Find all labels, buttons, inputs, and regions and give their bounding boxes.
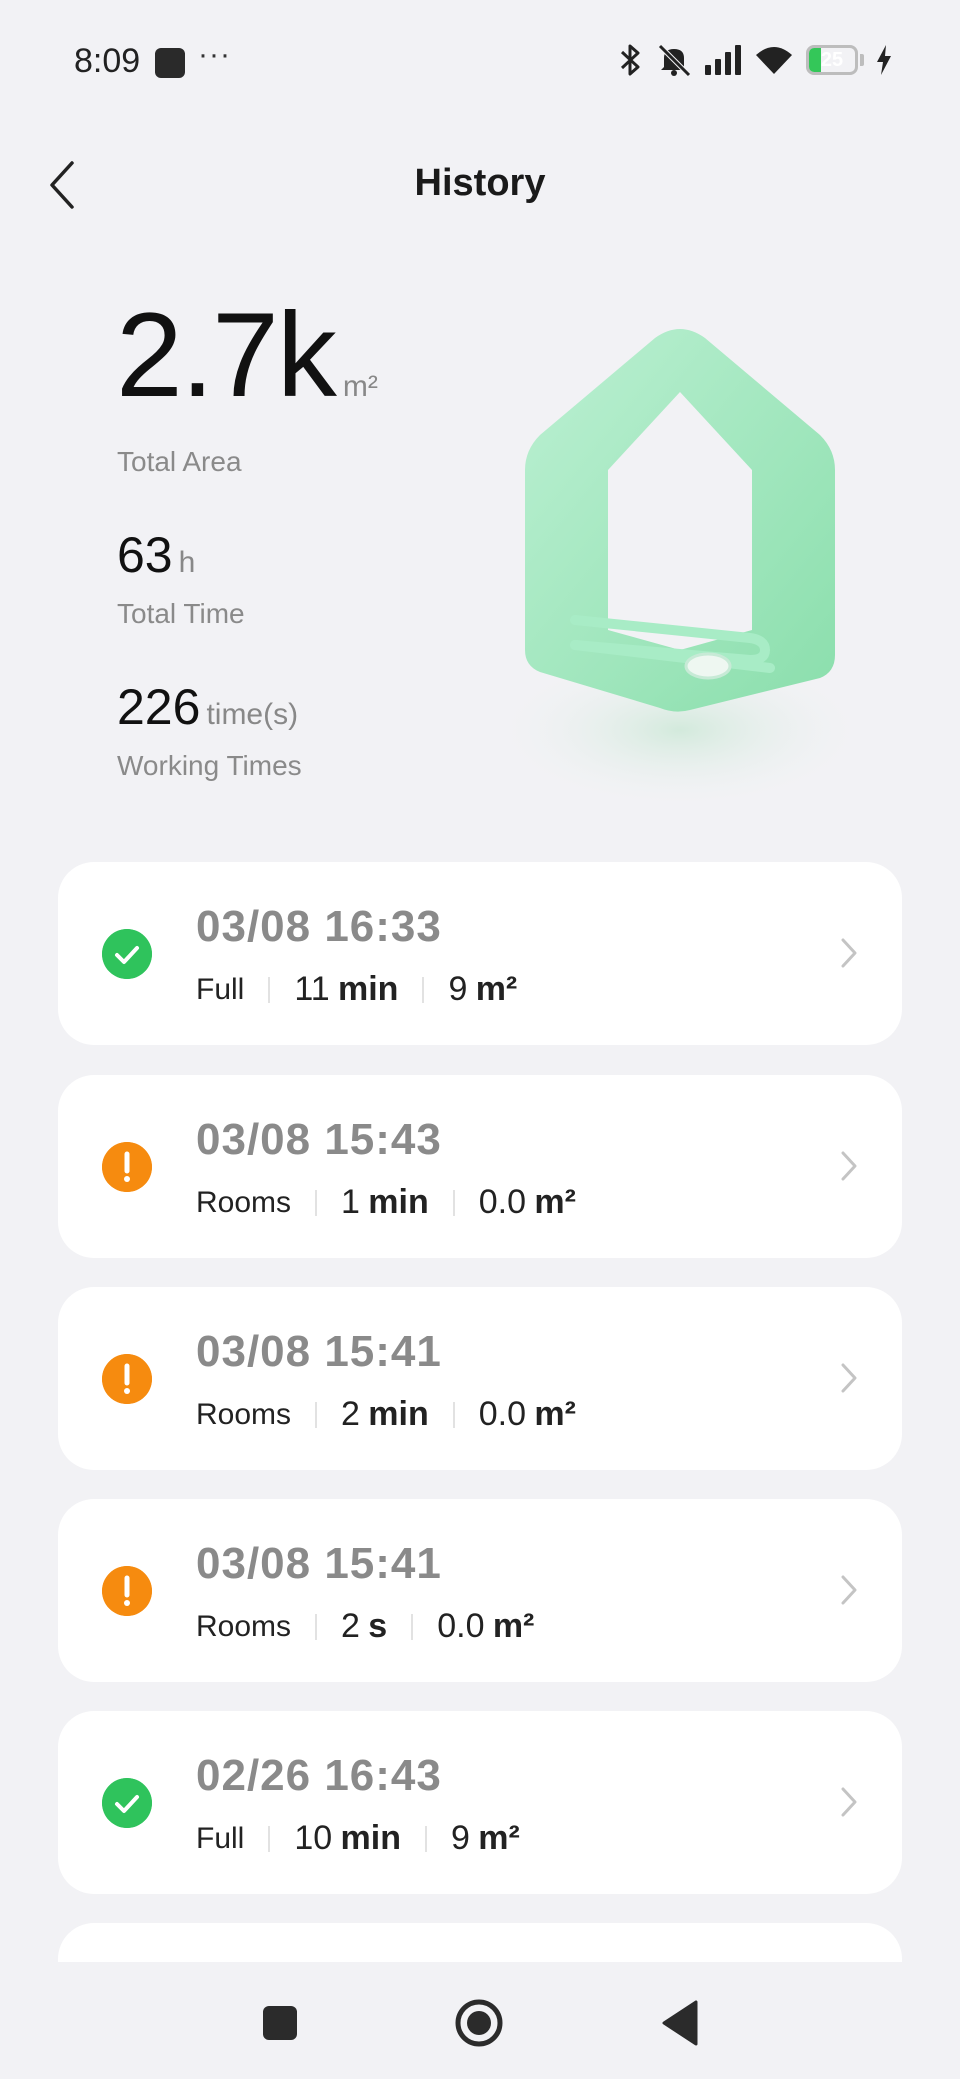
record-mode: Rooms [196,1185,292,1219]
record-meta: Rooms 1 min 0.0 m² [196,1183,576,1222]
divider [315,1189,318,1216]
record-duration-number: 2 [341,1395,360,1433]
divider [411,1613,414,1640]
record-area-number: 0.0 [478,1395,527,1433]
record-duration-number: 2 [341,1607,360,1645]
record-duration-number: 10 [294,1819,333,1857]
chevron-right-icon [841,1151,857,1181]
chevron-right-icon [841,1787,857,1817]
record-duration-unit: min [368,1183,429,1221]
record-area-unit: m² [534,1395,576,1433]
total-time-value: 63 [117,527,173,583]
history-record-1[interactable]: 03/08 16:33 Full 11 min 9 m² [58,862,902,1045]
history-record-5[interactable]: 02/26 16:43 Full 10 min 9 m² [58,1711,902,1894]
record-meta: Rooms 2 s 0.0 m² [196,1607,534,1646]
record-meta: Rooms 2 min 0.0 m² [196,1395,576,1434]
warning-exclamation-icon [102,1566,152,1616]
divider [268,976,271,1003]
record-mode: Rooms [196,1397,292,1431]
record-mode: Full [196,972,245,1006]
history-record-3[interactable]: 03/08 15:41 Rooms 2 min 0.0 m² [58,1287,902,1470]
divider [315,1613,318,1640]
bluetooth-icon [620,44,640,76]
status-bar: 8:09 ··· 25 [0,0,960,130]
record-duration-number: 1 [341,1183,360,1221]
chevron-right-icon [841,938,857,968]
chevron-right-icon [841,1363,857,1393]
house-illustration [490,329,870,810]
record-area-unit: m² [475,970,518,1008]
record-duration-unit: min [340,1819,401,1857]
record-duration-unit: min [368,1395,429,1433]
warning-exclamation-icon [102,1354,152,1404]
record-area-unit: m² [534,1183,576,1221]
status-icons: 25 [618,40,892,80]
warning-exclamation-icon [102,1142,152,1192]
recents-button[interactable] [263,2006,297,2040]
total-area-value: 2.7k [116,288,337,422]
page-title: History [414,162,546,204]
record-datetime: 03/08 15:41 [196,1539,442,1588]
record-area-number: 0.0 [437,1607,485,1645]
battery-tip [860,54,864,66]
battery-icon: 25 [806,45,858,75]
working-times-label: Working Times [117,750,302,781]
chevron-right-icon [841,1575,857,1605]
divider [452,1401,455,1428]
wifi-icon [756,47,792,74]
divider [268,1825,271,1852]
divider [422,976,425,1003]
total-area-stat: 2.7k m² [116,295,378,415]
record-area-unit: m² [492,1607,535,1645]
record-duration-number: 11 [294,970,330,1008]
battery-level: 25 [820,49,844,71]
record-meta: Full 10 min 9 m² [196,1819,520,1858]
working-times-value: 226 [117,679,201,735]
working-times-unit: time(s) [206,698,299,731]
record-area-unit: m² [478,1819,520,1857]
record-datetime: 02/26 16:43 [196,1751,442,1800]
divider [315,1401,318,1428]
history-record-2[interactable]: 03/08 15:43 Rooms 1 min 0.0 m² [58,1075,902,1258]
record-area-number: 9 [448,970,468,1008]
system-nav-bar [0,1962,960,2079]
total-time-label: Total Time [117,598,245,629]
signal-icon [705,45,741,75]
record-mode: Rooms [196,1609,292,1643]
total-time-stat: 63 h [117,530,195,580]
divider [452,1189,455,1216]
system-back-button[interactable] [660,2000,700,2046]
home-button[interactable] [454,1998,504,2048]
charging-icon [877,45,891,75]
record-datetime: 03/08 16:33 [196,902,442,951]
record-mode: Full [196,1821,245,1855]
record-datetime: 03/08 15:41 [196,1327,442,1376]
record-datetime: 03/08 15:43 [196,1115,442,1164]
divider [424,1825,427,1852]
success-check-icon [102,929,152,979]
app-notification-icon [155,48,185,78]
success-check-icon [102,1778,152,1828]
working-times-stat: 226 time(s) [117,682,298,732]
record-meta: Full 11 min 9 m² [196,970,517,1009]
history-record-4[interactable]: 03/08 15:41 Rooms 2 s 0.0 m² [58,1499,902,1682]
status-time: 8:09 [74,42,141,80]
total-area-label: Total Area [117,446,242,477]
record-area-number: 0.0 [478,1183,527,1221]
total-area-unit: m² [342,370,378,403]
total-time-unit: h [178,546,196,579]
record-area-number: 9 [450,1819,470,1857]
more-notifications-icon: ··· [198,38,231,71]
record-duration-unit: s [368,1607,388,1645]
record-duration-unit: min [337,970,399,1008]
mute-icon [658,44,691,77]
